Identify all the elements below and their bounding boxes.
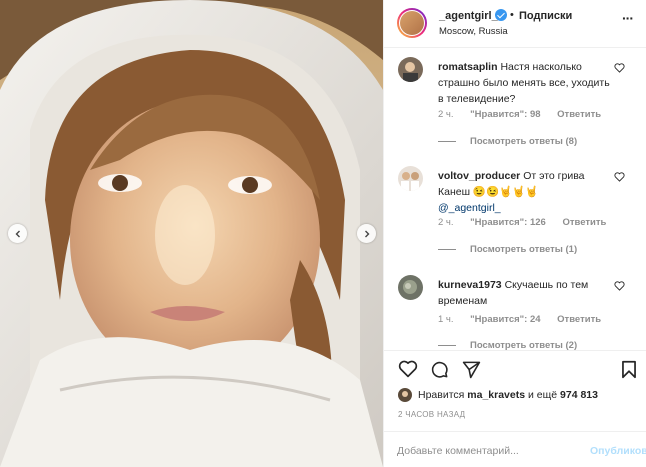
post-timestamp[interactable]: 2 ЧАСОВ НАЗАД <box>398 410 465 419</box>
post-comment-button[interactable]: Опубликовать <box>590 445 646 457</box>
comment-like-icon[interactable] <box>614 63 625 73</box>
comment-avatar[interactable] <box>398 275 423 300</box>
add-comment-input[interactable] <box>397 445 557 457</box>
comment-like-count[interactable]: "Нравится": 24 <box>470 314 540 325</box>
author-avatar[interactable] <box>397 8 427 38</box>
post-header: _agentgirl_ • Подписки Moscow, Russia ··… <box>384 0 646 48</box>
comment-mention-link[interactable]: @_agentgirl_ <box>438 202 501 214</box>
post-photo[interactable] <box>0 0 383 467</box>
comment-avatar[interactable] <box>398 57 423 82</box>
comment-reply-button[interactable]: Ответить <box>557 314 601 325</box>
liker-avatar[interactable] <box>398 388 412 402</box>
verified-icon <box>495 9 507 21</box>
comment-reply-button[interactable]: Ответить <box>562 217 606 228</box>
comment-like-count[interactable]: "Нравится": 126 <box>470 217 546 228</box>
liker-username[interactable]: ma_kravets <box>467 389 525 401</box>
heart-icon[interactable] <box>398 360 418 378</box>
likes-count[interactable]: 974 813 <box>560 389 598 401</box>
comments-list[interactable]: romatsaplin Настя насколько страшно было… <box>384 48 646 350</box>
header-separator: • <box>510 9 514 21</box>
comment-avatar[interactable] <box>398 166 423 191</box>
comment-age: 1 ч. <box>438 314 454 325</box>
comment-age: 2 ч. <box>438 217 454 228</box>
comment-username[interactable]: voltov_producer <box>438 170 520 182</box>
view-replies-label: Посмотреть ответы (8) <box>470 136 578 147</box>
view-replies-label: Посмотреть ответы (2) <box>470 340 578 350</box>
share-icon[interactable] <box>462 360 481 379</box>
post-actions-bar <box>384 350 646 388</box>
comment-username[interactable]: romatsaplin <box>438 61 498 73</box>
following-button[interactable]: Подписки <box>519 10 572 22</box>
comment-reply-button[interactable]: Ответить <box>557 109 601 120</box>
portrait-image <box>0 0 383 467</box>
view-replies-button[interactable]: Посмотреть ответы (2) <box>438 340 577 350</box>
bookmark-icon[interactable] <box>621 360 637 379</box>
likes-prefix: Нравится <box>418 389 465 401</box>
post-location[interactable]: Moscow, Russia <box>439 26 508 37</box>
view-replies-button[interactable]: Посмотреть ответы (1) <box>438 244 577 255</box>
comment-composer: Опубликовать <box>384 431 646 467</box>
post-side-panel: _agentgirl_ • Подписки Moscow, Russia ··… <box>383 0 646 467</box>
comment-icon[interactable] <box>430 360 449 379</box>
view-replies-button[interactable]: Посмотреть ответы (8) <box>438 136 577 147</box>
chevron-right-icon <box>364 230 369 237</box>
comment-age: 2 ч. <box>438 109 454 120</box>
previous-photo-button[interactable] <box>8 224 27 243</box>
next-photo-button[interactable] <box>357 224 376 243</box>
view-replies-label: Посмотреть ответы (1) <box>470 244 578 255</box>
comment-username[interactable]: kurneva1973 <box>438 279 502 291</box>
likes-summary: Нравится ma_kravets и ещё 974 813 <box>398 385 598 405</box>
comment-like-icon[interactable] <box>614 172 625 182</box>
comment-like-icon[interactable] <box>614 281 625 291</box>
author-username[interactable]: _agentgirl_ <box>439 10 498 22</box>
likes-middle: и ещё <box>527 389 558 401</box>
chevron-left-icon <box>15 230 20 237</box>
comment-like-count[interactable]: "Нравится": 98 <box>470 109 540 120</box>
more-options-icon[interactable]: ··· <box>622 10 634 26</box>
